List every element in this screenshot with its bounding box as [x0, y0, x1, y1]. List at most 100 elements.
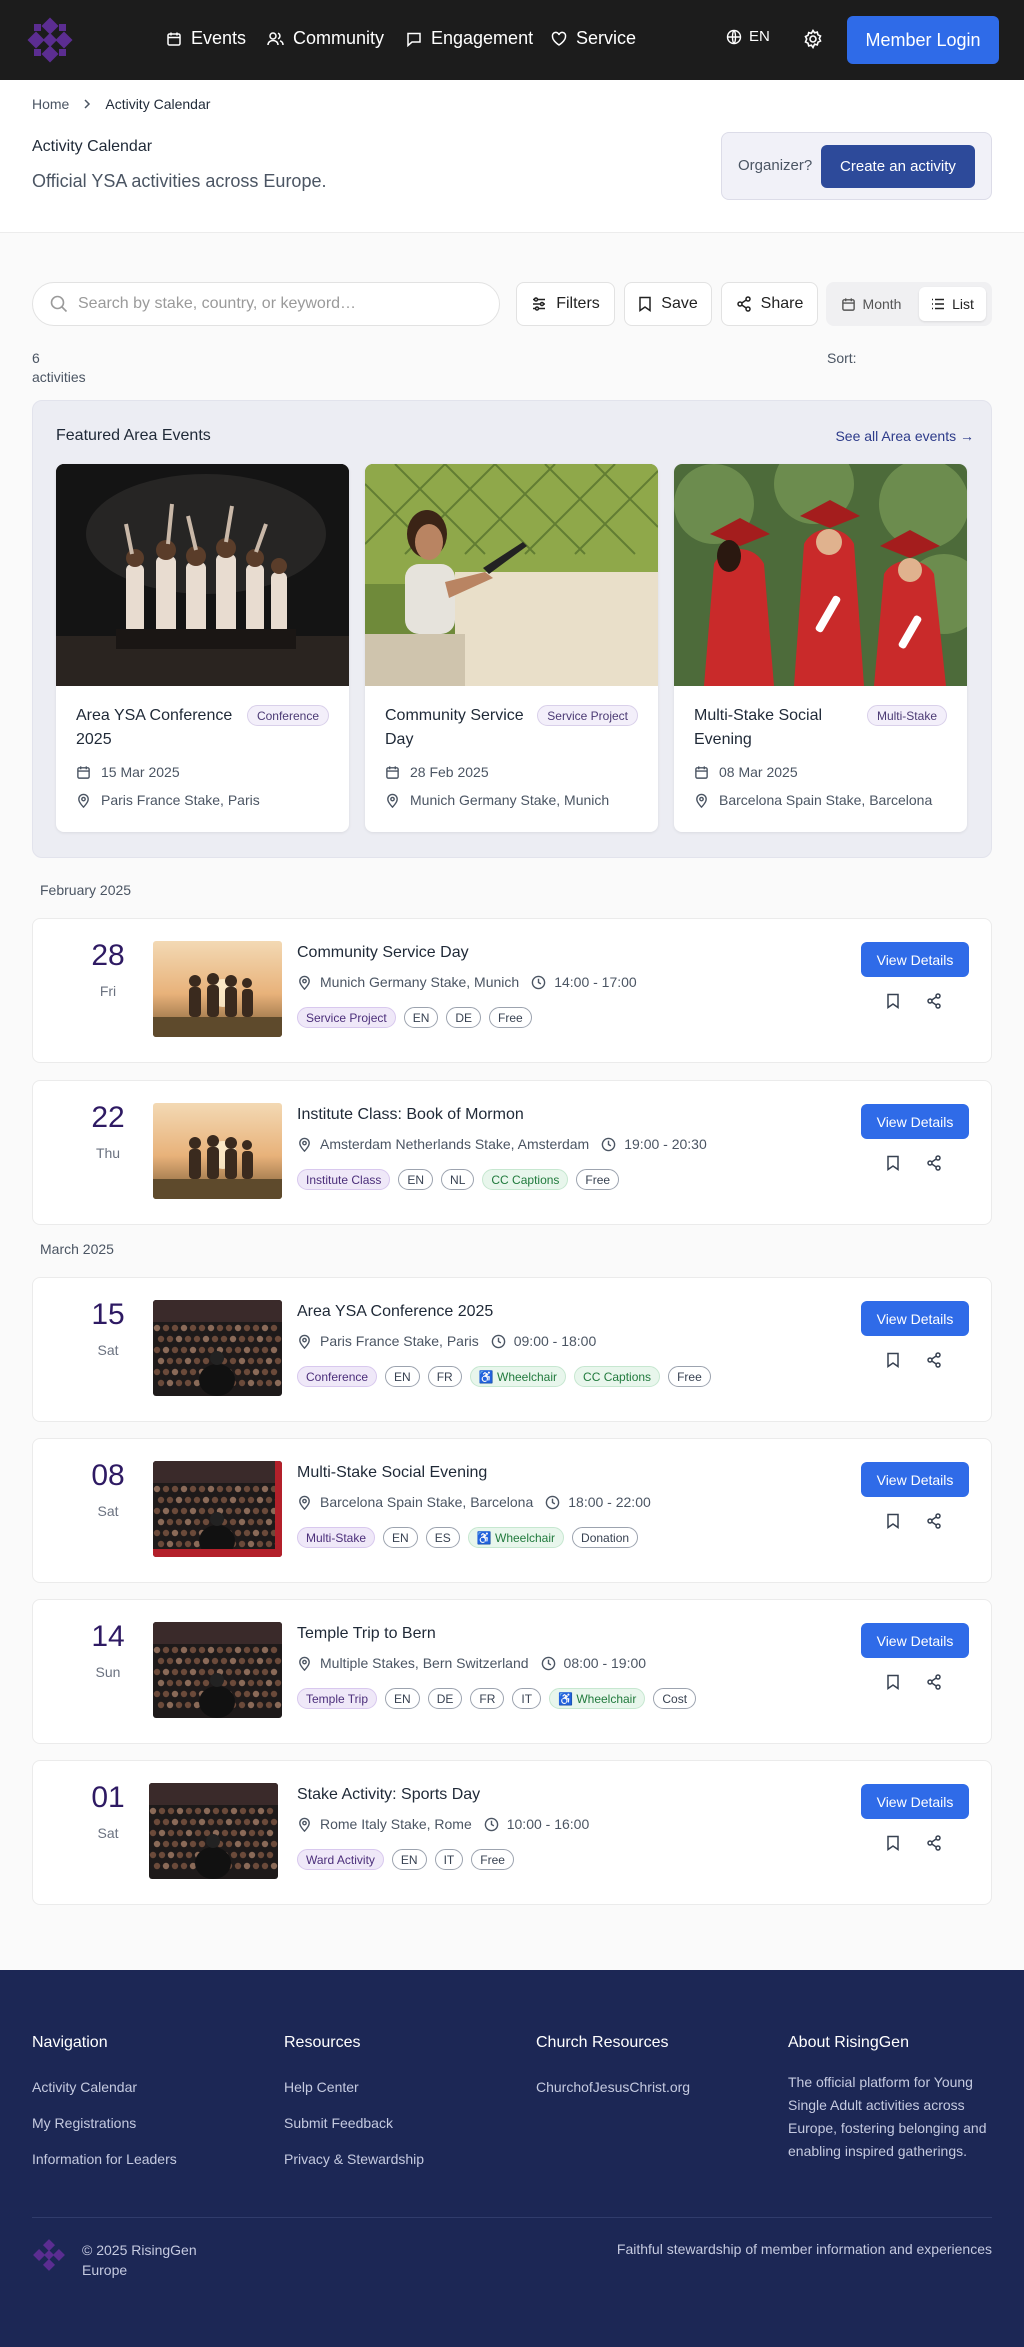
share-icon[interactable] [926, 993, 942, 1009]
globe-icon [726, 29, 742, 45]
clock-icon [541, 1656, 556, 1671]
featured-card-image [674, 464, 967, 686]
share-button[interactable]: Share [721, 282, 818, 326]
event-card[interactable]: 28 Fri Community Service Day Munich Germany… [32, 918, 992, 1063]
bookmark-icon[interactable] [886, 993, 900, 1009]
view-details-button[interactable]: View Details [861, 1623, 969, 1658]
filters-button[interactable]: Filters [516, 282, 615, 326]
footer-link[interactable]: My Registrations [32, 2115, 136, 2131]
language-tag: ES [425, 1527, 460, 1548]
view-details-button[interactable]: View Details [861, 1104, 969, 1139]
event-title[interactable]: Institute Class: Book of Mormon [297, 1106, 524, 1124]
page-subtitle: Official YSA activities across Europe. [32, 171, 327, 191]
chat-icon [406, 31, 422, 47]
search-bar[interactable] [32, 282, 500, 326]
sort-label[interactable]: Sort: [827, 350, 857, 366]
location-pin-icon [297, 1817, 312, 1832]
view-details-button[interactable]: View Details [861, 1462, 969, 1497]
featured-card[interactable]: Multi-Stake Social Evening Multi-Stake 0… [674, 464, 967, 832]
event-meta: Multiple Stakes, Bern Switzerland 08:00 -… [297, 1655, 646, 1671]
event-tags: Institute Class EN NL CC Captions Free [297, 1169, 620, 1190]
search-icon [50, 295, 68, 313]
featured-card-badge: Service Project [537, 705, 638, 726]
footer-link[interactable]: Information for Leaders [32, 2151, 177, 2167]
event-title[interactable]: Multi-Stake Social Evening [297, 1464, 487, 1482]
bookmark-icon[interactable] [886, 1674, 900, 1690]
clock-icon [491, 1334, 506, 1349]
member-login-button[interactable]: Member Login [847, 16, 999, 64]
event-weekday: Sat [97, 1503, 119, 1519]
share-icon[interactable] [926, 1352, 942, 1368]
event-type-tag: Temple Trip [297, 1688, 378, 1709]
footer-link[interactable]: Help Center [284, 2079, 359, 2095]
share-icon[interactable] [926, 1155, 942, 1171]
event-card[interactable]: 01 Sat Stake Activity: Sports Day Rome Ital… [32, 1760, 992, 1905]
footer-link[interactable]: Activity Calendar [32, 2079, 137, 2095]
nav-community[interactable]: Community [267, 28, 384, 49]
chevron-right-icon [82, 99, 92, 109]
event-meta: Amsterdam Netherlands Stake, Amsterdam 19… [297, 1136, 707, 1152]
event-meta: Barcelona Spain Stake, Barcelona 18:00 - … [297, 1494, 651, 1510]
search-input[interactable] [78, 295, 478, 313]
featured-heading: Featured Area Events [56, 427, 211, 444]
bookmark-icon[interactable] [886, 1835, 900, 1851]
footer-link[interactable]: Submit Feedback [284, 2115, 393, 2131]
view-list-button[interactable]: List [919, 287, 986, 321]
featured-card-location: Paris France Stake, Paris [76, 792, 260, 808]
language-selector[interactable]: EN [726, 28, 770, 45]
users-icon [267, 31, 284, 47]
footer-link[interactable]: ChurchofJesusChrist.org [536, 2079, 690, 2095]
view-details-button[interactable]: View Details [861, 1784, 969, 1819]
event-time: 09:00 - 18:00 [513, 1333, 597, 1349]
language-tag: IT [512, 1688, 542, 1709]
featured-card-location-text: Paris France Stake, Paris [101, 792, 260, 808]
nav-events[interactable]: Events [166, 28, 246, 49]
event-card[interactable]: 14 Sun Temple Trip to Bern Multiple Stakes,… [32, 1599, 992, 1744]
view-details-button[interactable]: View Details [861, 942, 969, 977]
create-activity-button[interactable]: Create an activity [821, 145, 975, 188]
event-card[interactable]: 22 Thu Institute Class: Book of Mormon Amst… [32, 1080, 992, 1225]
nav-service-label: Service [576, 28, 637, 48]
featured-card-location: Barcelona Spain Stake, Barcelona [694, 792, 932, 808]
featured-card-badge: Multi-Stake [866, 705, 947, 726]
event-card[interactable]: 15 Sat Area YSA Conference 2025 Paris Franc… [32, 1277, 992, 1422]
bookmark-icon[interactable] [886, 1155, 900, 1171]
language-tag: NL [441, 1169, 475, 1190]
view-details-button[interactable]: View Details [861, 1301, 969, 1336]
featured-card-location-text: Munich Germany Stake, Munich [410, 792, 610, 808]
event-day: 22 [91, 1101, 125, 1134]
nav-engagement[interactable]: Engagement [406, 28, 533, 49]
featured-card-date: 28 Feb 2025 [385, 764, 489, 780]
cost-tag: Donation [572, 1527, 639, 1548]
footer-logo [32, 2238, 66, 2272]
event-title[interactable]: Community Service Day [297, 944, 469, 962]
location-pin-icon [385, 793, 400, 808]
bookmark-icon[interactable] [886, 1352, 900, 1368]
footer-divider [32, 2217, 992, 2218]
event-card[interactable]: 08 Sat Multi-Stake Social Evening Barcelona… [32, 1438, 992, 1583]
settings-gear-icon[interactable] [803, 29, 823, 49]
location-pin-icon [297, 975, 312, 990]
event-title[interactable]: Area YSA Conference 2025 [297, 1303, 493, 1321]
see-all-link[interactable]: See all Area events → [835, 428, 974, 444]
breadcrumb-home[interactable]: Home [32, 96, 69, 112]
breadcrumb: Home Activity Calendar [32, 96, 210, 112]
featured-card[interactable]: Area YSA Conference 2025 Conference 15 M… [56, 464, 349, 832]
save-label: Save [661, 295, 698, 312]
featured-card[interactable]: Community Service Day Service Project 28… [365, 464, 658, 832]
event-type-tag: Ward Activity [297, 1849, 384, 1870]
event-title[interactable]: Temple Trip to Bern [297, 1625, 436, 1643]
share-icon[interactable] [926, 1674, 942, 1690]
nav-service[interactable]: Service [551, 28, 636, 49]
language-tag: FR [470, 1688, 505, 1709]
view-month-button[interactable]: Month [832, 287, 910, 321]
share-icon[interactable] [926, 1513, 942, 1529]
risinggen-logo[interactable] [26, 16, 74, 64]
bookmark-icon[interactable] [886, 1513, 900, 1529]
event-title[interactable]: Stake Activity: Sports Day [297, 1786, 480, 1804]
footer-link[interactable]: Privacy & Stewardship [284, 2151, 424, 2167]
share-icon[interactable] [926, 1835, 942, 1851]
event-location: Rome Italy Stake, Rome [320, 1816, 472, 1832]
event-tags: Ward Activity EN IT Free [297, 1849, 514, 1870]
save-button[interactable]: Save [624, 282, 712, 326]
